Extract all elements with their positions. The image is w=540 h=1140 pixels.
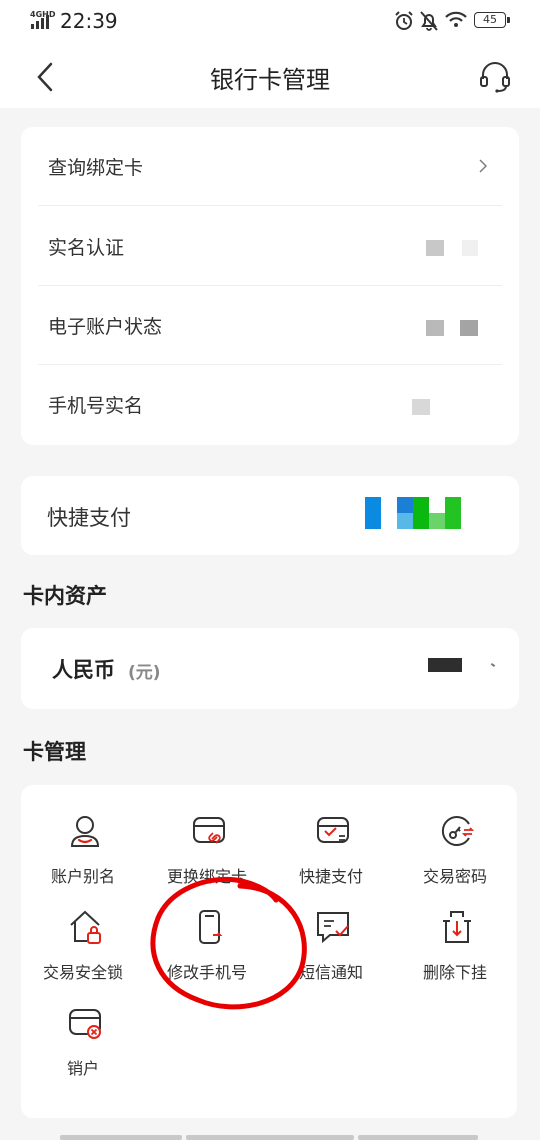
delete-attached-label: 删除下挂: [422, 963, 487, 982]
real-name-auth-row[interactable]: 实名认证: [21, 207, 519, 286]
card-management-section-title: 卡管理: [23, 740, 86, 764]
row-label: 手机号实名: [48, 395, 144, 417]
row-label: 查询绑定卡: [48, 157, 144, 179]
account-alias-button[interactable]: 账户别名: [21, 813, 145, 903]
wifi-icon: [445, 11, 467, 27]
key-dial-icon: [441, 816, 475, 846]
bottom-hint: [60, 1135, 182, 1140]
alarm-icon: [395, 11, 413, 30]
customer-service-icon[interactable]: [478, 60, 512, 94]
trade-security-lock-label: 交易安全锁: [42, 963, 123, 982]
mute-bell-icon: [420, 11, 438, 31]
nav-bar: 银行卡管理: [0, 42, 540, 108]
rmb-balance-panel[interactable]: 人民币 (元): [21, 628, 519, 709]
phone-real-name-row[interactable]: 手机号实名: [21, 365, 519, 444]
quick-pay-panel[interactable]: 快捷支付: [21, 476, 519, 555]
assets-section-title: 卡内资产: [23, 584, 107, 608]
card-cancel-icon: [69, 1009, 101, 1039]
house-lock-icon: [70, 910, 101, 944]
currency-label: 人民币: [52, 658, 115, 682]
signal-icon: 4GHD: [30, 10, 55, 29]
delete-attached-button[interactable]: 删除下挂: [393, 909, 517, 999]
row-label: 实名认证: [48, 237, 125, 259]
battery-icon: 45: [474, 12, 510, 28]
query-bound-card-row[interactable]: 查询绑定卡: [21, 127, 519, 206]
card-info-panel: 查询绑定卡 实名认证 电子账户状态 手机号实名: [21, 127, 519, 445]
currency-unit: (元): [128, 663, 161, 683]
message-check-icon: [317, 912, 349, 944]
delete-attach-icon: [443, 911, 471, 943]
chevron-right-icon: [479, 159, 487, 173]
e-account-status-row[interactable]: 电子账户状态: [21, 286, 519, 365]
row-label: 电子账户状态: [48, 316, 163, 338]
clock-time: 22:39: [60, 9, 118, 33]
annotation-circle: [150, 876, 307, 1010]
close-account-label: 销户: [66, 1059, 99, 1078]
page-title: 银行卡管理: [210, 66, 330, 94]
bottom-hint: [186, 1135, 354, 1140]
bottom-hint: [358, 1135, 478, 1140]
card-link-icon: [193, 817, 225, 844]
card-check-icon: [317, 817, 349, 843]
account-alias-label: 账户别名: [50, 867, 115, 886]
person-icon: [70, 816, 100, 847]
status-bar: 4GHD 22:39 45: [0, 0, 540, 42]
trade-password-label: 交易密码: [422, 867, 487, 886]
close-account-button[interactable]: 销户: [21, 1005, 145, 1095]
quick-pay-label: 快捷支付: [47, 506, 131, 530]
trade-password-button[interactable]: 交易密码: [393, 813, 517, 903]
balance-tick: [490, 663, 496, 667]
trade-security-lock-button[interactable]: 交易安全锁: [21, 909, 145, 999]
